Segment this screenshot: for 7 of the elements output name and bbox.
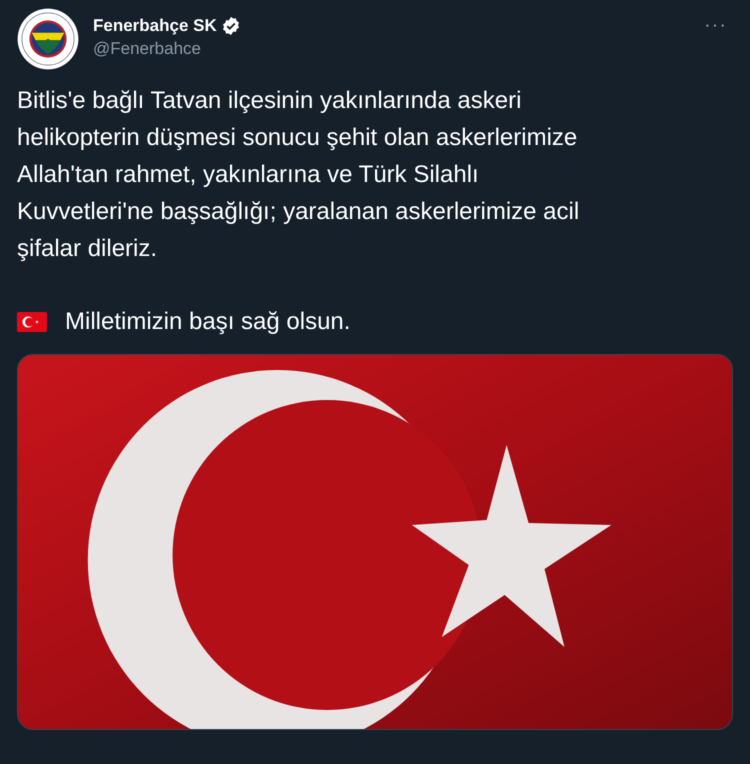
turkish-flag-icon	[17, 312, 47, 332]
tweet-text: Bitlis'e bağlı Tatvan ilçesinin yakınlarında askeri helikopterin düşmesi sonucu şehit olan askerlerimize Allah'tan rahmet, yakınlarına ve Türk Silahlı Kuvvetleri'ne başsağlığı; yaralanan askerlerimize acil şifalar dileriz.	[17, 86, 580, 264]
club-logo	[17, 8, 79, 70]
account-name[interactable]: Fenerbahçe SK	[93, 16, 217, 36]
account-handle[interactable]: @Fenerbahce	[93, 39, 698, 59]
more-options-button[interactable]: ···	[698, 14, 733, 37]
tweet-text: Milletimizin başı sağ olsun.	[65, 307, 350, 337]
